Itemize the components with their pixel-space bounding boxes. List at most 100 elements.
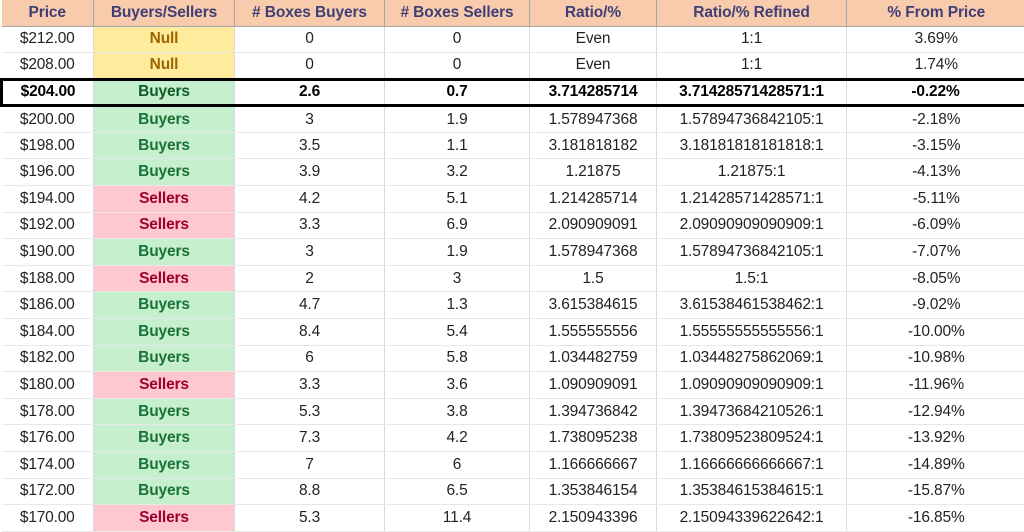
cell-ratio[interactable]: 2.090909091 (529, 212, 657, 240)
column-header-status[interactable]: Buyers/Sellers (93, 0, 235, 27)
cell-from_price[interactable]: -14.89% (846, 451, 1024, 479)
cell-price[interactable]: $170.00 (1, 504, 94, 532)
cell-price[interactable]: $196.00 (1, 158, 94, 187)
cell-ratio[interactable]: 1.353846154 (529, 478, 657, 506)
cell-boxes_sellers[interactable]: 0 (384, 52, 530, 80)
column-header-from_price[interactable]: % From Price (846, 0, 1024, 27)
cell-refined[interactable]: 2.09090909090909:1 (656, 212, 847, 240)
cell-boxes_sellers[interactable]: 6.9 (384, 212, 530, 240)
cell-ratio[interactable]: 2.150943396 (529, 504, 657, 532)
cell-ratio[interactable]: 1.090909091 (529, 371, 657, 399)
column-header-boxes_sellers[interactable]: # Boxes Sellers (384, 0, 530, 27)
table-row[interactable]: $192.00 Sellers 3.3 6.9 2.090909091 2.0909090… (1, 212, 1024, 240)
status-badge[interactable]: Buyers (93, 77, 235, 108)
cell-refined[interactable]: 1:1 (656, 26, 847, 54)
cell-from_price[interactable]: -10.98% (846, 345, 1024, 373)
cell-refined[interactable]: 1.55555555555556:1 (656, 318, 847, 346)
cell-price[interactable]: $174.00 (1, 451, 94, 479)
cell-price[interactable]: $204.00 (0, 77, 94, 108)
table-row[interactable]: $208.00 Null 0 0 Even 1:1 1.74% (1, 52, 1024, 80)
status-badge[interactable]: Null (93, 52, 235, 80)
status-badge[interactable]: Buyers (93, 132, 235, 160)
cell-boxes_buyers[interactable]: 3.5 (234, 132, 385, 160)
cell-price[interactable]: $186.00 (1, 291, 94, 320)
cell-boxes_buyers[interactable]: 0 (234, 52, 385, 80)
cell-refined[interactable]: 1.21875:1 (656, 158, 847, 187)
cell-boxes_sellers[interactable]: 3.8 (384, 398, 530, 426)
cell-boxes_buyers[interactable]: 3.3 (234, 212, 385, 240)
table-row[interactable]: $178.00 Buyers 5.3 3.8 1.394736842 1.39473684… (1, 398, 1024, 426)
cell-refined[interactable]: 1.57894736842105:1 (656, 105, 847, 133)
cell-boxes_sellers[interactable]: 0.7 (384, 77, 530, 108)
table-row[interactable]: $212.00 Null 0 0 Even 1:1 3.69% (1, 26, 1024, 54)
status-badge[interactable]: Buyers (93, 158, 235, 187)
cell-boxes_sellers[interactable]: 1.9 (384, 238, 530, 266)
cell-boxes_buyers[interactable]: 4.7 (234, 291, 385, 320)
column-header-boxes_buyers[interactable]: # Boxes Buyers (234, 0, 385, 27)
cell-refined[interactable]: 1.73809523809524:1 (656, 424, 847, 452)
cell-ratio[interactable]: 3.714285714 (529, 77, 657, 108)
table-row[interactable]: $196.00 Buyers 3.9 3.2 1.21875 1.21875:1 -4.13… (1, 158, 1024, 187)
cell-boxes_buyers[interactable]: 3.9 (234, 158, 385, 187)
cell-boxes_sellers[interactable]: 5.4 (384, 318, 530, 346)
cell-boxes_sellers[interactable]: 5.1 (384, 185, 530, 213)
table-row[interactable]: $188.00 Sellers 2 3 1.5 1.5:1 -8.05% (1, 265, 1024, 293)
cell-boxes_buyers[interactable]: 6 (234, 345, 385, 373)
status-badge[interactable]: Sellers (93, 504, 235, 532)
cell-price[interactable]: $184.00 (1, 318, 94, 346)
table-row[interactable]: $180.00 Sellers 3.3 3.6 1.090909091 1.0909090… (1, 371, 1024, 399)
cell-refined[interactable]: 1.39473684210526:1 (656, 398, 847, 426)
cell-boxes_buyers[interactable]: 4.2 (234, 185, 385, 213)
table-row[interactable]: $170.00 Sellers 5.3 11.4 2.150943396 2.150943… (1, 504, 1024, 532)
cell-boxes_buyers[interactable]: 5.3 (234, 398, 385, 426)
table-row[interactable]: $184.00 Buyers 8.4 5.4 1.555555556 1.55555555… (1, 318, 1024, 346)
cell-price[interactable]: $194.00 (1, 185, 94, 213)
status-badge[interactable]: Buyers (93, 105, 235, 133)
cell-from_price[interactable]: -6.09% (846, 212, 1024, 240)
cell-boxes_sellers[interactable]: 1.1 (384, 132, 530, 160)
cell-from_price[interactable]: -2.18% (846, 105, 1024, 133)
cell-from_price[interactable]: -11.96% (846, 371, 1024, 399)
cell-boxes_sellers[interactable]: 1.9 (384, 105, 530, 133)
table-row[interactable]: $198.00 Buyers 3.5 1.1 3.181818182 3.18181818… (1, 132, 1024, 160)
cell-from_price[interactable]: -13.92% (846, 424, 1024, 452)
cell-boxes_sellers[interactable]: 3.2 (384, 158, 530, 187)
cell-boxes_buyers[interactable]: 3.3 (234, 371, 385, 399)
cell-ratio[interactable]: 1.034482759 (529, 345, 657, 373)
cell-from_price[interactable]: 3.69% (846, 26, 1024, 54)
cell-boxes_sellers[interactable]: 3 (384, 265, 530, 293)
cell-ratio[interactable]: 3.181818182 (529, 132, 657, 160)
cell-refined[interactable]: 1.21428571428571:1 (656, 185, 847, 213)
cell-refined[interactable]: 1.03448275862069:1 (656, 345, 847, 373)
cell-price[interactable]: $200.00 (1, 105, 94, 133)
table-row[interactable]: $174.00 Buyers 7 6 1.166666667 1.166666666666… (1, 451, 1024, 479)
cell-from_price[interactable]: 1.74% (846, 52, 1024, 80)
status-badge[interactable]: Buyers (93, 318, 235, 346)
cell-boxes_buyers[interactable]: 5.3 (234, 504, 385, 532)
cell-ratio[interactable]: Even (529, 26, 657, 54)
cell-price[interactable]: $176.00 (1, 424, 94, 452)
cell-from_price[interactable]: -15.87% (846, 478, 1024, 506)
cell-price[interactable]: $208.00 (1, 52, 94, 80)
cell-refined[interactable]: 1.57894736842105:1 (656, 238, 847, 266)
cell-ratio[interactable]: 1.166666667 (529, 451, 657, 479)
cell-boxes_sellers[interactable]: 4.2 (384, 424, 530, 452)
status-badge[interactable]: Sellers (93, 371, 235, 399)
cell-refined[interactable]: 3.18181818181818:1 (656, 132, 847, 160)
cell-boxes_buyers[interactable]: 7.3 (234, 424, 385, 452)
cell-refined[interactable]: 3.61538461538462:1 (656, 291, 847, 320)
cell-price[interactable]: $212.00 (1, 26, 94, 54)
cell-ratio[interactable]: 1.21875 (529, 158, 657, 187)
cell-from_price[interactable]: -16.85% (846, 504, 1024, 532)
status-badge[interactable]: Sellers (93, 212, 235, 240)
cell-price[interactable]: $188.00 (1, 265, 94, 293)
cell-ratio[interactable]: 1.214285714 (529, 185, 657, 213)
column-header-price[interactable]: Price (1, 0, 94, 27)
cell-boxes_sellers[interactable]: 6.5 (384, 478, 530, 506)
cell-ratio[interactable]: 1.578947368 (529, 105, 657, 133)
table-row[interactable]: $194.00 Sellers 4.2 5.1 1.214285714 1.2142857… (1, 185, 1024, 213)
status-badge[interactable]: Buyers (93, 291, 235, 320)
cell-from_price[interactable]: -12.94% (846, 398, 1024, 426)
cell-boxes_buyers[interactable]: 3 (234, 238, 385, 266)
cell-refined[interactable]: 3.71428571428571:1 (656, 77, 847, 108)
